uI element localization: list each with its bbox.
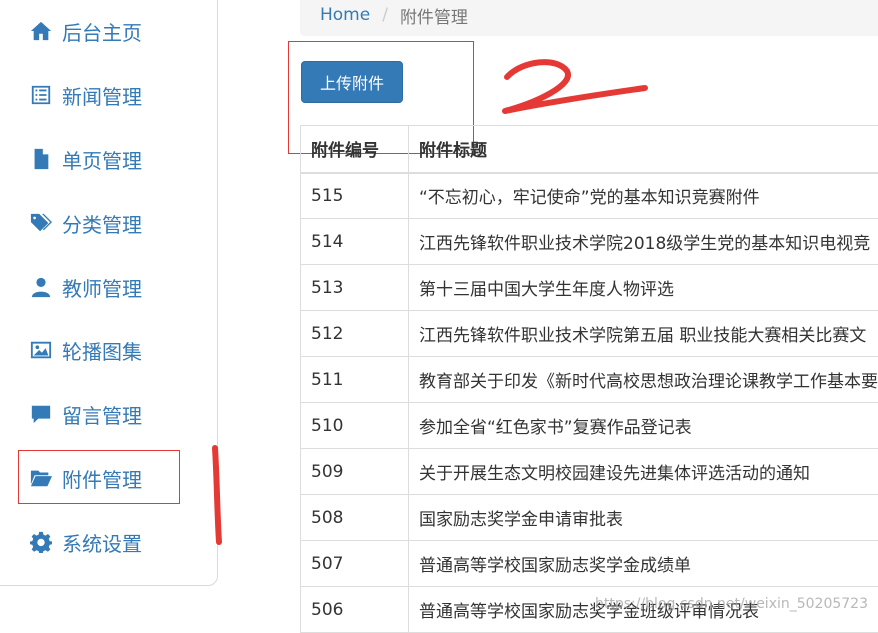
column-header-id: 附件编号 [301, 126, 409, 173]
table-header-row: 附件编号 附件标题 [301, 126, 878, 173]
sidebar-item-label: 单页管理 [62, 145, 142, 174]
cell-id: 508 [301, 495, 409, 541]
attachments-table-container: 附件编号 附件标题 515“不忘初心，牢记使命”党的基本知识竞赛附件 514江西… [300, 125, 878, 633]
upload-attachment-button[interactable]: 上传附件 [301, 61, 403, 103]
cell-id: 514 [301, 219, 409, 265]
tags-icon [30, 212, 52, 234]
cell-title: “不忘初心，牢记使命”党的基本知识竞赛附件 [409, 173, 878, 219]
cell-id: 509 [301, 449, 409, 495]
cell-id: 512 [301, 311, 409, 357]
cell-title: 关于开展生态文明校园建设先进集体评选活动的通知 [409, 449, 878, 495]
table-row[interactable]: 514江西先锋软件职业技术学院2018级学生党的基本知识电视竞 [301, 219, 878, 265]
file-icon [30, 148, 52, 170]
sidebar-item-label: 轮播图集 [62, 336, 142, 365]
sidebar-item-messages[interactable]: 留言管理 [30, 394, 210, 434]
cell-title: 国家励志奖学金申请审批表 [409, 495, 878, 541]
sidebar-item-label: 新闻管理 [62, 81, 142, 110]
table-row[interactable]: 510参加全省“红色家书”复赛作品登记表 [301, 403, 878, 449]
breadcrumb: Home / 附件管理 [300, 0, 878, 36]
user-icon [30, 276, 52, 298]
list-icon [30, 84, 52, 106]
table-row[interactable]: 509关于开展生态文明校园建设先进集体评选活动的通知 [301, 449, 878, 495]
sidebar-item-label: 分类管理 [62, 209, 142, 238]
column-header-title: 附件标题 [409, 126, 878, 173]
sidebar-item-label: 留言管理 [62, 400, 142, 429]
comment-icon [30, 403, 52, 425]
sidebar-item-pages[interactable]: 单页管理 [30, 139, 210, 179]
table-row[interactable]: 511教育部关于印发《新时代高校思想政治理论课教学工作基本要 [301, 357, 878, 403]
cell-title: 第十三届中国大学生年度人物评选 [409, 265, 878, 311]
breadcrumb-current: 附件管理 [400, 3, 468, 28]
sidebar-item-carousel[interactable]: 轮播图集 [30, 330, 210, 370]
home-icon [30, 20, 52, 42]
cell-title: 江西先锋软件职业技术学院2018级学生党的基本知识电视竞 [409, 219, 878, 265]
table-row[interactable]: 508国家励志奖学金申请审批表 [301, 495, 878, 541]
cell-title: 江西先锋软件职业技术学院第五届 职业技能大赛相关比赛文 [409, 311, 878, 357]
sidebar-item-news[interactable]: 新闻管理 [30, 75, 210, 115]
breadcrumb-separator: / [382, 5, 388, 25]
sidebar-item-label: 后台主页 [62, 17, 142, 46]
cell-id: 513 [301, 265, 409, 311]
cell-id: 511 [301, 357, 409, 403]
table-row[interactable]: 513第十三届中国大学生年度人物评选 [301, 265, 878, 311]
table-row[interactable]: 512江西先锋软件职业技术学院第五届 职业技能大赛相关比赛文 [301, 311, 878, 357]
watermark-text: https://blog.csdn.net/weixin_50205723 [595, 596, 868, 612]
folder-open-icon [30, 467, 52, 489]
annotation-number-two [495, 55, 655, 120]
cell-id: 506 [301, 587, 409, 633]
attachments-table: 附件编号 附件标题 515“不忘初心，牢记使命”党的基本知识竞赛附件 514江西… [300, 125, 878, 633]
sidebar-item-label: 附件管理 [62, 464, 142, 493]
sidebar-item-settings[interactable]: 系统设置 [30, 522, 210, 562]
sidebar-item-label: 系统设置 [62, 528, 142, 557]
sidebar-item-home[interactable]: 后台主页 [30, 11, 210, 51]
cell-id: 507 [301, 541, 409, 587]
breadcrumb-home-link[interactable]: Home [320, 5, 370, 25]
cell-title: 教育部关于印发《新时代高校思想政治理论课教学工作基本要 [409, 357, 878, 403]
sidebar-item-categories[interactable]: 分类管理 [30, 203, 210, 243]
cell-id: 515 [301, 173, 409, 219]
cell-id: 510 [301, 403, 409, 449]
table-row[interactable]: 515“不忘初心，牢记使命”党的基本知识竞赛附件 [301, 173, 878, 219]
cell-title: 普通高等学校国家励志奖学金成绩单 [409, 541, 878, 587]
sidebar-item-teachers[interactable]: 教师管理 [30, 267, 210, 307]
gear-icon [30, 531, 52, 553]
table-row[interactable]: 507普通高等学校国家励志奖学金成绩单 [301, 541, 878, 587]
picture-icon [30, 339, 52, 361]
cell-title: 参加全省“红色家书”复赛作品登记表 [409, 403, 878, 449]
sidebar-item-label: 教师管理 [62, 273, 142, 302]
sidebar-item-attachments[interactable]: 附件管理 [30, 458, 210, 498]
